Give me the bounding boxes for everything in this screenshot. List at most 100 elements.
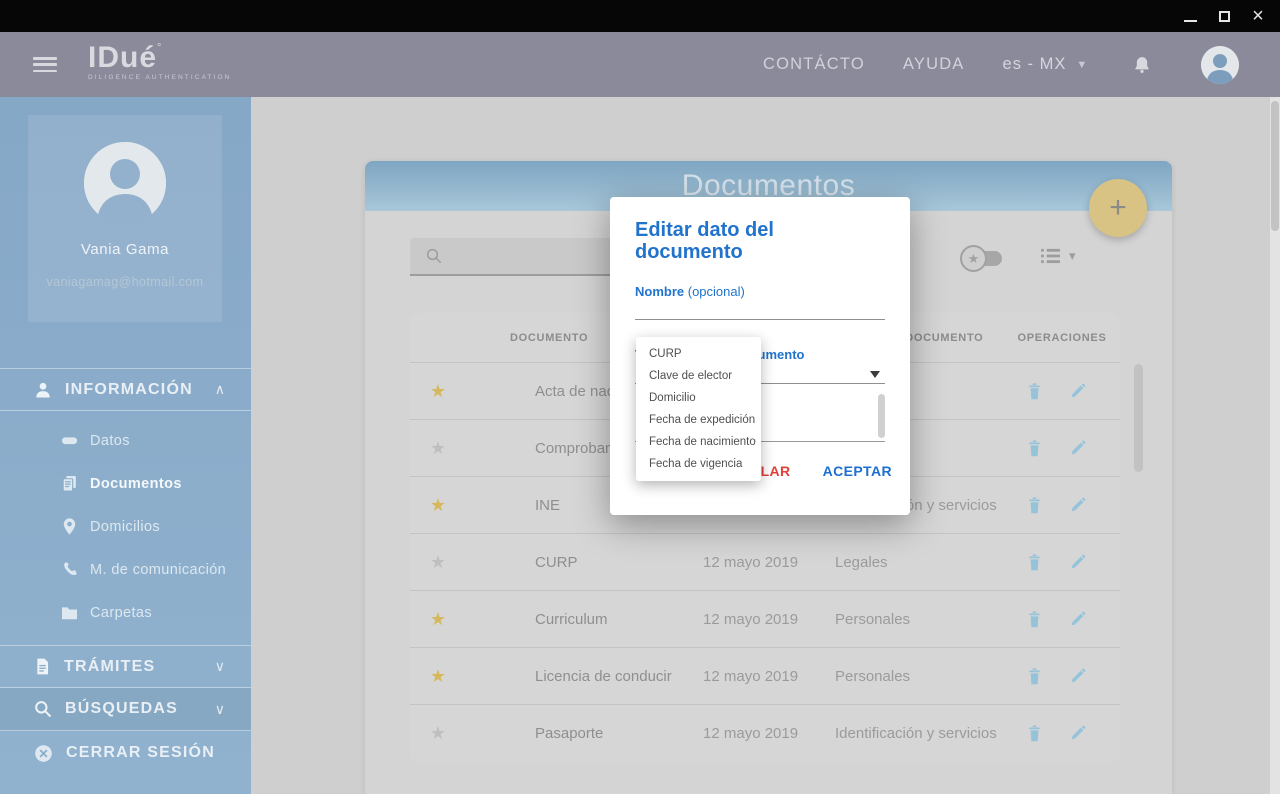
phone-icon — [60, 560, 79, 579]
edit-icon[interactable] — [1069, 382, 1087, 401]
delete-icon[interactable] — [1026, 724, 1043, 743]
sidebar: Vania Gama vaniagamag@hotmail.com INFORM… — [0, 97, 251, 794]
favorite-star-icon[interactable]: ★ — [410, 552, 466, 573]
delete-icon[interactable] — [1026, 667, 1043, 686]
sidebar-section-tramites[interactable]: TRÁMITES ∨ — [0, 645, 251, 688]
document-thumbnail — [466, 668, 532, 685]
textarea-scrollbar-thumb[interactable] — [878, 394, 885, 438]
name-optional-text: (opcional) — [688, 284, 745, 299]
close-circle-icon — [33, 743, 54, 764]
nav-contact-link[interactable]: CONTÁCTO — [763, 55, 865, 74]
language-selector[interactable]: es - MX ▼ — [1003, 55, 1089, 74]
sidebar-logout-label: CERRAR SESIÓN — [66, 744, 215, 762]
location-pin-icon — [60, 517, 79, 536]
star-icon: ★ — [960, 245, 987, 272]
menu-icon[interactable] — [33, 57, 57, 72]
card-icon — [60, 431, 79, 450]
sidebar-logout[interactable]: CERRAR SESIÓN — [0, 733, 251, 773]
view-options-button[interactable]: ▾ — [1040, 247, 1076, 264]
table-row: ★ CURP 12 mayo 2019 Legales — [410, 533, 1120, 590]
delete-icon[interactable] — [1026, 610, 1043, 629]
sidebar-info-submenu: Datos Documentos Domicilios M. de comuni… — [0, 419, 251, 634]
favorite-star-icon[interactable]: ★ — [410, 723, 466, 744]
page-scrollbar-thumb[interactable] — [1271, 101, 1279, 231]
window-minimize-button[interactable] — [1178, 4, 1202, 28]
document-thumbnail — [466, 725, 532, 742]
minimize-icon — [1184, 20, 1197, 22]
profile-avatar — [84, 142, 166, 224]
profile-card: Vania Gama vaniagamag@hotmail.com — [28, 115, 222, 322]
notifications-bell-icon[interactable] — [1132, 54, 1152, 76]
user-avatar[interactable] — [1201, 46, 1239, 84]
document-category: Personales — [832, 668, 1004, 685]
favorite-star-icon[interactable]: ★ — [410, 381, 466, 402]
documents-icon — [60, 474, 79, 493]
sidebar-section-informacion[interactable]: INFORMACIÓN ∧ — [0, 368, 251, 411]
document-thumbnail — [466, 554, 532, 571]
sidebar-section-label: BÚSQUEDAS — [65, 700, 178, 718]
app-logo: IDué° DILIGENCE AUTHENTICATION — [88, 43, 231, 82]
logo-text: IDué — [88, 41, 157, 74]
table-scrollbar[interactable] — [1134, 364, 1143, 472]
sidebar-section-label: TRÁMITES — [64, 658, 155, 676]
table-row: ★ Licencia de conducir 12 mayo 2019 Pers… — [410, 647, 1120, 704]
favorites-filter-toggle[interactable]: ★ — [960, 245, 1002, 272]
search-icon — [33, 699, 53, 719]
name-field-label: Nombre (opcional) — [635, 284, 885, 299]
document-category: Personales — [832, 611, 1004, 628]
window-close-button[interactable]: × — [1246, 4, 1270, 28]
edit-icon[interactable] — [1069, 496, 1087, 515]
name-input[interactable] — [635, 300, 885, 320]
favorite-star-icon[interactable]: ★ — [410, 495, 466, 516]
delete-icon[interactable] — [1026, 382, 1043, 401]
dropdown-option-vigencia[interactable]: Fecha de vigencia — [636, 453, 761, 475]
sidebar-item-label: M. de comunicación — [90, 562, 226, 578]
document-name: Curriculum — [532, 611, 700, 628]
favorite-star-icon[interactable]: ★ — [410, 609, 466, 630]
sidebar-section-busquedas[interactable]: BÚSQUEDAS ∨ — [0, 688, 251, 731]
edit-icon[interactable] — [1069, 724, 1087, 743]
edit-icon[interactable] — [1069, 553, 1087, 572]
sidebar-item-comunicacion[interactable]: M. de comunicación — [0, 548, 251, 591]
document-thumbnail — [466, 383, 532, 400]
sidebar-item-documentos[interactable]: Documentos — [0, 462, 251, 505]
add-document-button[interactable]: + — [1089, 179, 1147, 237]
sidebar-item-carpetas[interactable]: Carpetas — [0, 591, 251, 634]
plus-icon: + — [1109, 191, 1127, 225]
document-name: Pasaporte — [532, 725, 700, 742]
caret-down-icon: ▾ — [1069, 248, 1076, 264]
favorite-star-icon[interactable]: ★ — [410, 666, 466, 687]
document-thumbnail — [466, 611, 532, 628]
delete-icon[interactable] — [1026, 553, 1043, 572]
favorite-star-icon[interactable]: ★ — [410, 438, 466, 459]
document-date: 12 mayo 2019 — [700, 668, 832, 685]
folder-icon — [60, 603, 79, 622]
edit-icon[interactable] — [1069, 667, 1087, 686]
accept-button[interactable]: ACEPTAR — [819, 461, 896, 481]
sidebar-item-datos[interactable]: Datos — [0, 419, 251, 462]
dropdown-option-domicilio[interactable]: Domicilio — [636, 387, 761, 409]
table-row: ★ Pasaporte 12 mayo 2019 Identificación … — [410, 704, 1120, 761]
window-titlebar: × — [0, 0, 1280, 32]
dropdown-option-nacimiento[interactable]: Fecha de nacimiento — [636, 431, 761, 453]
document-date: 12 mayo 2019 — [700, 611, 832, 628]
dropdown-option-curp[interactable]: CURP — [636, 343, 761, 365]
delete-icon[interactable] — [1026, 496, 1043, 515]
sidebar-item-label: Datos — [90, 433, 130, 449]
chevron-down-icon: ∨ — [215, 658, 225, 675]
sidebar-item-domicilios[interactable]: Domicilios — [0, 505, 251, 548]
dropdown-option-expedicion[interactable]: Fecha de expedición — [636, 409, 761, 431]
app-navbar: IDué° DILIGENCE AUTHENTICATION CONTÁCTO … — [0, 32, 1280, 97]
maximize-icon — [1219, 11, 1230, 22]
document-date: 12 mayo 2019 — [700, 725, 832, 742]
dropdown-option-clave[interactable]: Clave de elector — [636, 365, 761, 387]
delete-icon[interactable] — [1026, 439, 1043, 458]
edit-icon[interactable] — [1069, 439, 1087, 458]
chevron-down-icon: ∨ — [215, 701, 225, 718]
nav-help-link[interactable]: AYUDA — [903, 55, 965, 74]
document-date: 12 mayo 2019 — [700, 554, 832, 571]
window-maximize-button[interactable] — [1212, 4, 1236, 28]
close-icon: × — [1252, 6, 1264, 26]
chevron-up-icon: ∧ — [215, 381, 225, 398]
edit-icon[interactable] — [1069, 610, 1087, 629]
